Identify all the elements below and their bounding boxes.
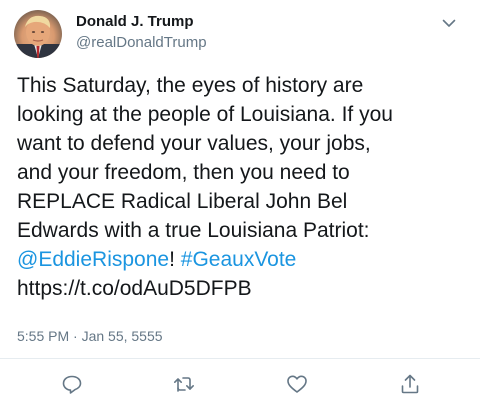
exclamation: ! bbox=[169, 248, 175, 271]
timestamp[interactable]: 5:55 PM · Jan 55, 5555 bbox=[17, 328, 163, 344]
divider bbox=[0, 358, 480, 359]
heart-icon[interactable] bbox=[285, 372, 309, 396]
author-handle[interactable]: @realDonaldTrump bbox=[76, 34, 207, 51]
avatar[interactable] bbox=[14, 10, 62, 58]
tweet-line: looking at the people of Louisiana. If y… bbox=[17, 103, 393, 126]
tweet-line: want to defend your values, your jobs, bbox=[17, 132, 371, 155]
reply-icon[interactable] bbox=[60, 372, 84, 396]
url-link[interactable]: https://t.co/odAuD5DFPB bbox=[17, 277, 252, 300]
tweet-line: @EddieRispone! #GeauxVote bbox=[17, 245, 469, 274]
share-icon[interactable] bbox=[398, 372, 422, 396]
tweet-line: https://t.co/odAuD5DFPB bbox=[17, 274, 469, 303]
tweet-line: REPLACE Radical Liberal John Bel bbox=[17, 190, 348, 213]
hashtag-link[interactable]: #GeauxVote bbox=[181, 248, 297, 271]
tweet-line: Edwards with a true Louisiana Patriot: bbox=[17, 219, 370, 242]
tweet-text: This Saturday, the eyes of history are l… bbox=[17, 71, 469, 303]
action-bar bbox=[0, 372, 480, 398]
tweet-card: Donald J. Trump @realDonaldTrump This Sa… bbox=[0, 0, 480, 410]
chevron-down-icon[interactable] bbox=[440, 14, 458, 32]
mention-link[interactable]: @EddieRispone bbox=[17, 248, 169, 271]
tweet-line: This Saturday, the eyes of history are bbox=[17, 74, 364, 97]
author-name[interactable]: Donald J. Trump bbox=[76, 13, 194, 30]
retweet-icon[interactable] bbox=[172, 372, 196, 396]
tweet-line: and your freedom, then you need to bbox=[17, 161, 350, 184]
